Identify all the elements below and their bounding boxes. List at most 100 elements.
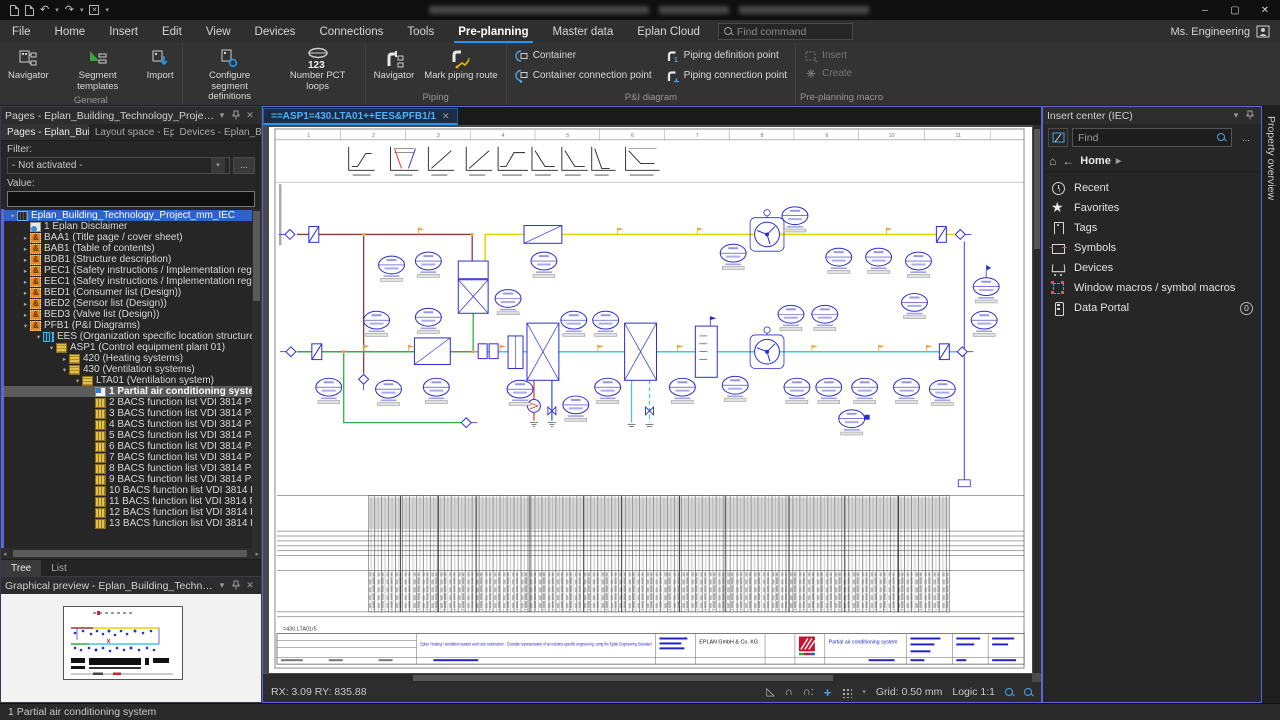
tree-item[interactable]: ▸ BED3 (Valve list (Design)) (4, 309, 261, 320)
find-command-input[interactable] (737, 26, 847, 38)
undo-dropdown-icon[interactable]: ▾ (55, 6, 59, 14)
logic-scale[interactable]: Logic 1:1 (952, 686, 995, 698)
tree-expander-icon[interactable]: ▾ (21, 322, 30, 330)
panel-tab[interactable]: Pages - Eplan_Buildin... (1, 124, 89, 140)
filter-dropdown[interactable]: - Not activated - ▾ (7, 157, 230, 174)
panel-pin-icon[interactable] (229, 580, 243, 592)
panel-tab[interactable]: Devices - Eplan_Build... (174, 124, 261, 140)
document-tab-close-icon[interactable]: ✕ (442, 111, 450, 122)
tree-item[interactable]: 8 BACS function list VDI 3814 Part 4.3 (4, 463, 261, 474)
more-options-button[interactable]: ... (1236, 128, 1256, 147)
maximize-button[interactable]: ▢ (1220, 0, 1250, 20)
drawing-page[interactable]: 1234567891011 (269, 127, 1032, 673)
new-project-icon[interactable] (10, 5, 19, 16)
tree-item[interactable]: 4 BACS function list VDI 3814 Part 4.3 (4, 419, 261, 430)
insert-macro-button[interactable]: Insert (800, 48, 851, 64)
panel-pin-icon[interactable] (229, 110, 243, 122)
insert-center-item[interactable]: Recent (1043, 178, 1261, 198)
grid-size[interactable]: Grid: 0.50 mm (876, 686, 943, 698)
grid-dropdown-icon[interactable]: ▾ (862, 688, 866, 696)
tree-item[interactable]: 11 BACS function list VDI 3814 Part 4.3 (4, 496, 261, 507)
tree-item[interactable]: ▸ BAB1 (Table of contents) (4, 243, 261, 254)
panel-close-icon[interactable]: ✕ (243, 580, 257, 591)
redo-icon[interactable]: ↷ (65, 5, 74, 16)
tree-item[interactable]: ▸ BDB1 (Structure description) (4, 254, 261, 265)
pid-drawing[interactable]: 1234567891011 (269, 127, 1032, 673)
menu-tab[interactable]: Pre-planning (446, 20, 540, 43)
tree-item[interactable]: 13 BACS function list VDI 3814 Part 4.3 (4, 518, 261, 529)
create-macro-button[interactable]: Create (800, 66, 856, 82)
canvas-horizontal-scrollbar[interactable] (263, 674, 1032, 682)
menu-tab[interactable]: Devices (243, 20, 308, 43)
tree-expander-icon[interactable]: ▾ (8, 212, 17, 220)
tree-expander-icon[interactable]: ▾ (34, 333, 43, 341)
tree-item[interactable]: ▾ PFB1 (P&I Diagrams) (4, 320, 261, 331)
tree-expander-icon[interactable]: ▾ (60, 366, 69, 374)
piping-connection-point-button[interactable]: Piping connection point (662, 68, 791, 84)
document-tab[interactable]: ==ASP1=430.LTA01++EES&PFB1/1 ✕ (263, 108, 458, 125)
view-mode-tab[interactable]: List (41, 560, 77, 576)
menu-tab[interactable]: Tools (395, 20, 446, 43)
menu-tab[interactable]: Home (43, 20, 98, 43)
tree-item[interactable]: ▸ BED1 (Consumer list (Design)) (4, 287, 261, 298)
tree-item[interactable]: 1 Eplan Disclaimer (4, 221, 261, 232)
panel-menu-icon[interactable]: ▾ (1229, 110, 1243, 121)
draw-mode-icon[interactable]: ◺ (766, 687, 774, 698)
tree-horizontal-scrollbar[interactable]: ◂▸ (1, 548, 261, 559)
tree-expander-icon[interactable]: ▾ (47, 344, 56, 352)
user-name[interactable]: Ms. Engineering (1171, 26, 1251, 38)
panel-tab[interactable]: Layout space - Eplan... (89, 124, 174, 140)
insert-center-header[interactable]: Insert center (IEC) ▾ (1043, 107, 1261, 124)
filter-more-button[interactable]: ... (233, 157, 255, 174)
tree-item[interactable]: 5 BACS function list VDI 3814 Part 4.3 (4, 430, 261, 441)
piping-definition-point-button[interactable]: 1 Piping definition point (662, 48, 791, 64)
home-icon[interactable]: ⌂ (1049, 154, 1056, 168)
tree-item[interactable]: ▾ 430 (Ventilation systems) (4, 364, 261, 375)
insert-center-item[interactable]: Favorites (1043, 198, 1261, 218)
value-input[interactable] (7, 191, 255, 207)
tree-expander-icon[interactable]: ▸ (21, 289, 30, 297)
tree-expander-icon[interactable]: ▸ (21, 256, 30, 264)
snap-icon[interactable]: ∩ (785, 687, 793, 698)
insert-center-item[interactable]: Devices (1043, 258, 1261, 278)
insert-center-item[interactable]: Data Portal 0 (1043, 298, 1261, 318)
preview-canvas[interactable] (1, 594, 261, 702)
container-connection-point-button[interactable]: Container connection point (511, 68, 656, 84)
menu-tab[interactable]: File (0, 20, 43, 43)
number-pct-loops-button[interactable]: 123 Number PCT loops (275, 45, 361, 94)
tree-item[interactable]: ▸ BAA1 (Title page / cover sheet) (4, 232, 261, 243)
panel-close-icon[interactable]: ✕ (243, 110, 257, 121)
tree-expander-icon[interactable]: ▸ (21, 245, 30, 253)
menu-tab[interactable]: View (194, 20, 243, 43)
grid-toggle-icon[interactable] (841, 687, 852, 698)
piping-navigator-button[interactable]: Navigator (370, 45, 419, 84)
zoom-out-icon[interactable] (1005, 688, 1014, 697)
pages-panel-header[interactable]: Pages - Eplan_Building_Technology_Projec… (1, 107, 261, 124)
panel-menu-icon[interactable]: ▾ (215, 580, 229, 591)
menu-tab[interactable]: Connections (307, 20, 395, 43)
open-project-icon[interactable] (25, 5, 34, 16)
tree-item[interactable]: ▸ PEC1 (Safety instructions / Implementa… (4, 265, 261, 276)
minimize-button[interactable]: – (1190, 0, 1220, 20)
menu-tab[interactable]: Eplan Cloud (625, 20, 712, 43)
tree-expander-icon[interactable]: ▸ (21, 278, 30, 286)
tree-item[interactable]: 9 BACS function list VDI 3814 Part 4.3 (4, 474, 261, 485)
canvas-vertical-scrollbar[interactable] (1033, 125, 1041, 673)
redo-dropdown-icon[interactable]: ▾ (80, 6, 84, 14)
tree-item[interactable]: ▾ Eplan_Building_Technology_Project_mm_I… (4, 210, 261, 221)
tree-item[interactable]: 7 BACS function list VDI 3814 Part 4.3 (4, 452, 261, 463)
mark-piping-route-button[interactable]: Mark piping route (420, 45, 501, 84)
panel-menu-icon[interactable]: ▾ (215, 110, 229, 121)
close-project-icon[interactable]: ✕ (89, 5, 99, 15)
find-command-box[interactable] (718, 23, 853, 40)
insert-center-item[interactable]: Symbols (1043, 238, 1261, 258)
tree-item[interactable]: ▸ 420 (Heating systems) (4, 353, 261, 364)
tree-item[interactable]: 6 BACS function list VDI 3814 Part 4.3 (4, 441, 261, 452)
menu-tab[interactable]: Insert (97, 20, 150, 43)
tree-expander-icon[interactable]: ▾ (73, 377, 82, 385)
property-overview-tab[interactable]: Property overview (1265, 108, 1277, 208)
move-cursor-icon[interactable]: + (824, 686, 832, 699)
undo-icon[interactable]: ↶ (40, 5, 49, 16)
configure-segment-definitions-button[interactable]: Configure segment definitions (187, 45, 273, 105)
tree-item[interactable]: 10 BACS function list VDI 3814 Part 4.3 (4, 485, 261, 496)
